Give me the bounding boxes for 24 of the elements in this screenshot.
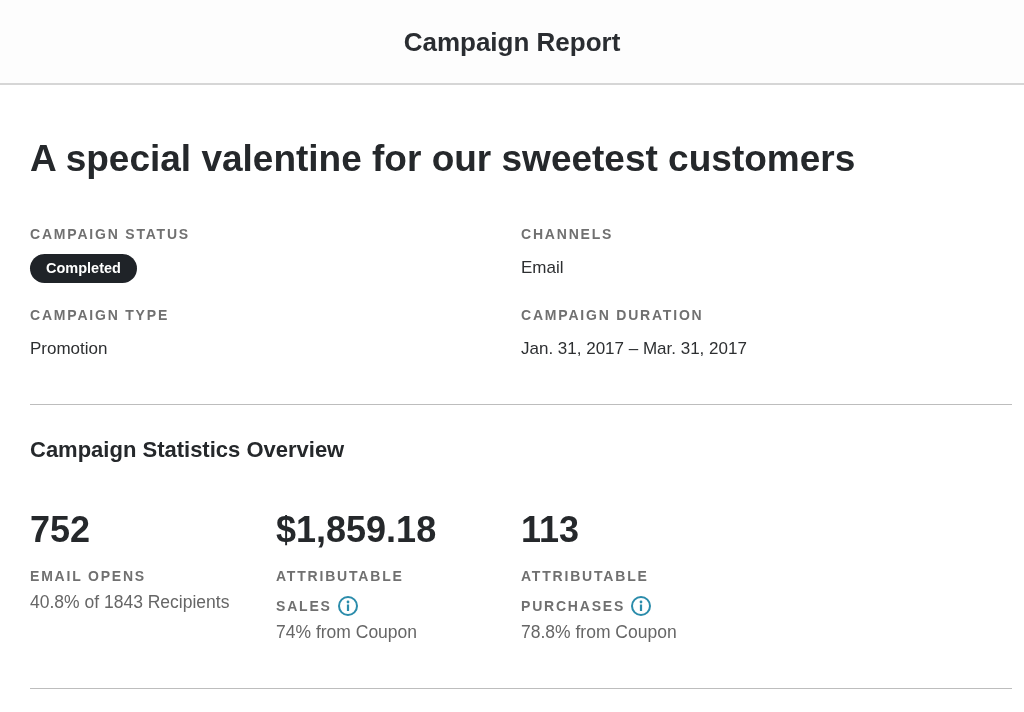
stat-note: 40.8% of 1843 Recipients (30, 591, 231, 613)
stat-note: 78.8% from Coupon (521, 621, 678, 643)
field-value: Email (521, 257, 565, 279)
stat-value: $1,859.18 (276, 510, 438, 550)
stat-label: ATTRIBUTABLE (521, 567, 649, 586)
section-title: Campaign Statistics Overview (30, 437, 346, 463)
field-label: CAMPAIGN DURATION (521, 306, 705, 325)
stat-value: 113 (521, 510, 581, 550)
status-pill: Completed (30, 254, 137, 283)
campaign-title: A special valentine for our sweetest customers (30, 137, 857, 181)
field-label: CHANNELS (521, 225, 615, 244)
stat-label: SALES (276, 597, 332, 616)
stat-label: EMAIL OPENS (30, 567, 146, 586)
field-value: Jan. 31, 2017 – Mar. 31, 2017 (521, 338, 748, 360)
field-value: Promotion (30, 338, 109, 360)
stat-note: 74% from Coupon (276, 621, 419, 643)
info-icon[interactable] (631, 596, 652, 616)
stat-label: ATTRIBUTABLE (276, 567, 404, 586)
page-title: Campaign Report (403, 25, 621, 58)
stat-value: 752 (30, 510, 92, 550)
field-label: CAMPAIGN TYPE (30, 306, 171, 325)
info-icon[interactable] (337, 596, 358, 616)
stat-label: PURCHASES (521, 597, 626, 616)
field-label: CAMPAIGN STATUS (30, 225, 191, 244)
